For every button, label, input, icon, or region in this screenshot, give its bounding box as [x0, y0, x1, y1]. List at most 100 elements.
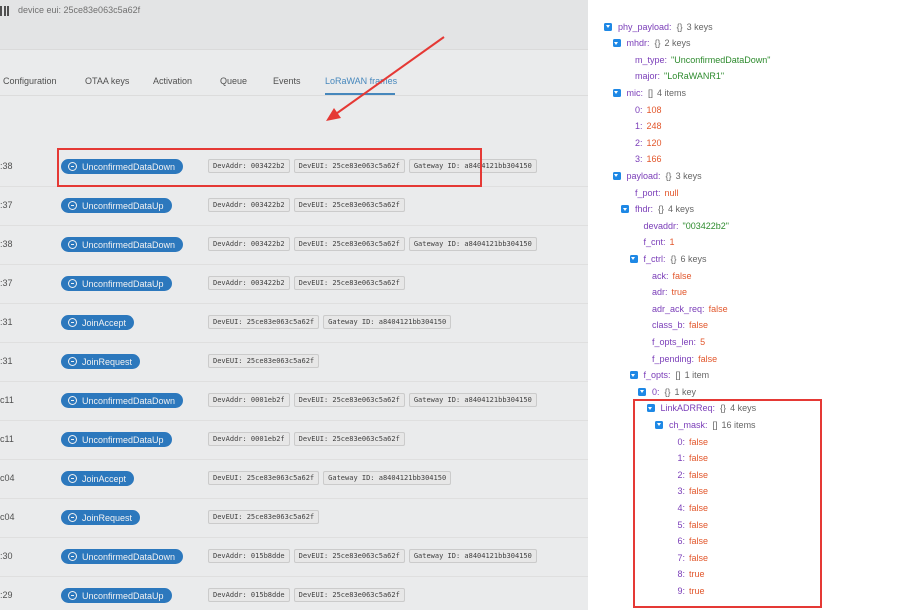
- json-node[interactable]: f_ctrl: {} 6 keys: [629, 252, 707, 266]
- json-key: devaddr: [643, 220, 677, 231]
- json-node[interactable]: mic: [] 4 items: [612, 86, 687, 100]
- frame-row[interactable]: c11 UnconfirmedDataUp DevAddr: 0001eb2f Dev…: [0, 421, 588, 460]
- tab-lorawan-frames[interactable]: LoRaWAN frames: [325, 76, 397, 86]
- json-node[interactable]: f_opts: [] 1 item: [629, 368, 709, 382]
- frame-row[interactable]: :37 UnconfirmedDataUp DevAddr: 003422b2 Dev…: [0, 187, 588, 226]
- collapse-caret-icon[interactable]: [604, 22, 612, 31]
- json-node: 8: true: [678, 567, 705, 581]
- json-node[interactable]: LinkADRReq: {} 4 keys: [646, 401, 757, 415]
- json-node[interactable]: phy_payload: {} 3 keys: [604, 20, 713, 34]
- zoom-in-icon: [68, 162, 77, 171]
- json-count: 4 items: [657, 87, 687, 98]
- frame-row[interactable]: :38 UnconfirmedDataDown DevAddr: 003422b2 D…: [0, 226, 588, 265]
- frame-tag: Gateway ID: a8404121bb304150: [408, 549, 537, 563]
- frame-tags: DevAddr: 0001eb2f DevEUI: 25ce83e063c5a62…: [208, 393, 537, 407]
- frame-type-button[interactable]: UnconfirmedDataDown: [61, 159, 184, 174]
- json-colon: :: [702, 303, 705, 314]
- frame-type-button[interactable]: UnconfirmedDataUp: [61, 588, 172, 603]
- tab-configuration[interactable]: Configuration: [3, 76, 57, 86]
- json-node[interactable]: mhdr: {} 2 keys: [612, 36, 691, 50]
- json-value: "003422b2": [682, 220, 729, 231]
- collapse-caret-icon[interactable]: [646, 404, 655, 413]
- json-count: 16 items: [721, 419, 756, 430]
- frame-row[interactable]: :30 UnconfirmedDataDown DevAddr: 015b8dde D…: [0, 538, 588, 577]
- frame-type-button[interactable]: UnconfirmedDataUp: [61, 276, 172, 291]
- frame-row[interactable]: c04 JoinAccept DevEUI: 25ce83e063c5a62f Gat…: [0, 460, 588, 499]
- json-count: 4 keys: [730, 403, 757, 414]
- collapse-caret-icon[interactable]: [655, 420, 663, 429]
- json-colon: :: [682, 585, 686, 596]
- json-node[interactable]: payload: {} 3 keys: [612, 169, 702, 183]
- collapse-caret-icon[interactable]: [621, 205, 629, 214]
- collapse-caret-icon[interactable]: [612, 88, 621, 97]
- frame-tags: DevAddr: 003422b2 DevEUI: 25ce83e063c5a62…: [208, 198, 405, 212]
- json-colon: :: [640, 121, 643, 132]
- frame-type-button[interactable]: JoinAccept: [61, 315, 135, 330]
- json-node: devaddr: "003422b2": [644, 219, 729, 233]
- json-colon: :: [682, 552, 686, 563]
- zoom-in-icon: [68, 357, 77, 366]
- frame-tag: DevEUI: 25ce83e063c5a62f: [293, 549, 405, 563]
- frame-tags: DevEUI: 25ce83e063c5a62f Gateway ID: a840…: [208, 315, 452, 329]
- json-node[interactable]: ch_mask: [] 16 items: [655, 418, 756, 432]
- json-value: false: [672, 270, 692, 281]
- collapse-caret-icon[interactable]: [629, 371, 638, 380]
- collapse-caret-icon[interactable]: [612, 171, 621, 180]
- menu-icon[interactable]: [0, 6, 9, 16]
- frame-type-label: UnconfirmedDataUp: [82, 434, 164, 445]
- frame-row[interactable]: :31 JoinRequest DevEUI: 25ce83e063c5a62f: [0, 343, 588, 382]
- collapse-caret-icon[interactable]: [612, 39, 621, 48]
- json-key: ch_mask: [669, 419, 706, 430]
- tab-events[interactable]: Events: [273, 76, 301, 86]
- collapse-caret-icon[interactable]: [638, 387, 646, 396]
- zoom-in-icon: [68, 240, 77, 249]
- tab-queue[interactable]: Queue: [220, 76, 247, 86]
- frame-tag: DevEUI: 25ce83e063c5a62f: [293, 237, 405, 251]
- frame-type-button[interactable]: UnconfirmedDataDown: [61, 549, 184, 564]
- frame-type-button[interactable]: UnconfirmedDataUp: [61, 198, 172, 213]
- frame-tag: DevAddr: 003422b2: [208, 276, 290, 290]
- frame-row[interactable]: c11 UnconfirmedDataDown DevAddr: 0001eb2f D…: [0, 382, 588, 421]
- zoom-in-icon: [68, 318, 77, 327]
- frame-type-label: UnconfirmedDataDown: [82, 161, 176, 172]
- frame-row[interactable]: :31 JoinAccept DevEUI: 25ce83e063c5a62f Gat…: [0, 304, 588, 343]
- frame-type-button[interactable]: JoinAccept: [61, 471, 135, 486]
- zoom-in-icon: [68, 591, 77, 600]
- frame-type-button[interactable]: UnconfirmedDataDown: [61, 237, 184, 252]
- zoom-in-icon: [68, 552, 77, 561]
- frame-tag: DevAddr: 003422b2: [208, 237, 290, 251]
- frame-row[interactable]: :29 UnconfirmedDataUp DevAddr: 015b8dde Dev…: [0, 577, 588, 610]
- json-colon: :: [657, 386, 660, 397]
- frame-type-button[interactable]: UnconfirmedDataUp: [61, 432, 172, 447]
- collapse-caret-icon[interactable]: [629, 254, 638, 263]
- frame-row[interactable]: :38 UnconfirmedDataDown DevAddr: 003422b2 D…: [0, 148, 588, 187]
- json-colon: :: [640, 137, 643, 148]
- frame-row[interactable]: c04 JoinRequest DevEUI: 25ce83e063c5a62f: [0, 499, 588, 538]
- frame-row[interactable]: :37 UnconfirmedDataUp DevAddr: 003422b2 Dev…: [0, 265, 588, 304]
- json-colon: :: [682, 536, 686, 547]
- json-colon: :: [682, 519, 686, 530]
- frame-tag: DevAddr: 003422b2: [208, 198, 290, 212]
- tab-otaa-keys[interactable]: OTAA keys: [85, 76, 129, 86]
- frame-type-label: JoinAccept: [82, 473, 127, 484]
- frame-type-button[interactable]: JoinRequest: [61, 510, 141, 525]
- frame-time: :29: [0, 590, 13, 600]
- json-value: true: [671, 287, 688, 298]
- frame-type-button[interactable]: JoinRequest: [61, 354, 141, 369]
- json-value: 120: [646, 137, 662, 148]
- tab-activation[interactable]: Activation: [153, 76, 192, 86]
- json-node[interactable]: 0:{} 1 key: [638, 385, 696, 399]
- frame-type-label: JoinRequest: [82, 512, 133, 523]
- frame-type-button[interactable]: UnconfirmedDataDown: [61, 393, 184, 408]
- json-count: 2 keys: [664, 38, 691, 49]
- json-value: 5: [700, 336, 706, 347]
- json-value: false: [689, 469, 709, 480]
- json-node[interactable]: fhdr: {} 4 keys: [621, 202, 694, 216]
- frame-time: :31: [0, 317, 13, 327]
- json-colon: :: [668, 370, 671, 381]
- zoom-in-icon: [68, 474, 77, 483]
- json-node: ack: false: [652, 269, 692, 283]
- frame-tags: DevEUI: 25ce83e063c5a62f Gateway ID: a840…: [208, 471, 452, 485]
- json-colon: :: [664, 54, 668, 65]
- frame-tag: DevAddr: 015b8dde: [208, 549, 290, 563]
